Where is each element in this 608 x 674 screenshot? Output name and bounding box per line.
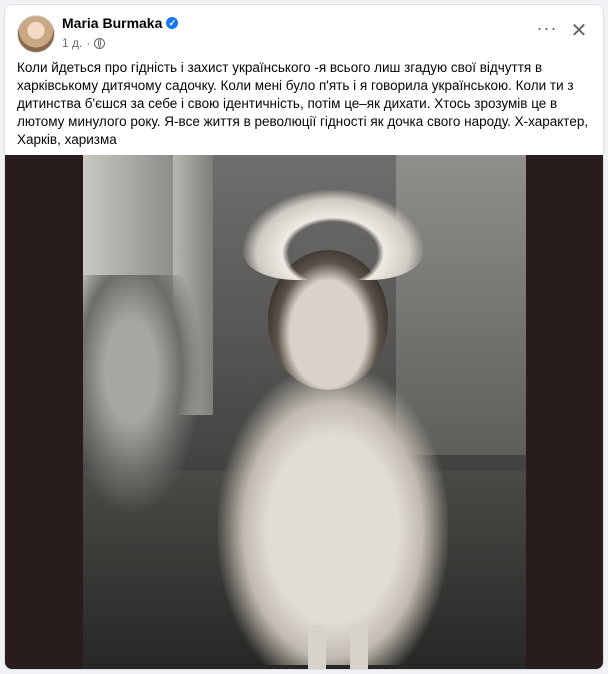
post-text: Коли йдеться про гідність і захист украї… [17, 60, 589, 147]
photo-girl-legs [308, 625, 368, 669]
photo-background-children [83, 275, 203, 515]
globe-icon[interactable] [94, 37, 106, 49]
post-time[interactable]: 1 д. [62, 36, 82, 50]
more-options-button[interactable]: ··· [533, 17, 561, 45]
photo-girl-dress [218, 365, 448, 665]
photo-flower-wreath [243, 190, 423, 280]
post-meta: 1 д. · [62, 36, 106, 50]
post-card: Maria Burmaka ✓ 1 д. · ··· ✕ Коли йдетьс… [4, 4, 604, 670]
post-photo[interactable] [5, 155, 603, 669]
author-name[interactable]: Maria Burmaka [62, 15, 162, 31]
author-avatar[interactable] [17, 15, 55, 53]
photo-image[interactable] [83, 155, 526, 669]
verified-badge-icon: ✓ [166, 17, 179, 29]
close-button[interactable]: ✕ [565, 17, 593, 45]
post-header: Maria Burmaka ✓ 1 д. · ··· ✕ [5, 5, 603, 57]
author-name-link[interactable]: Maria Burmaka ✓ [62, 15, 179, 31]
separator-dot: · [86, 36, 91, 50]
